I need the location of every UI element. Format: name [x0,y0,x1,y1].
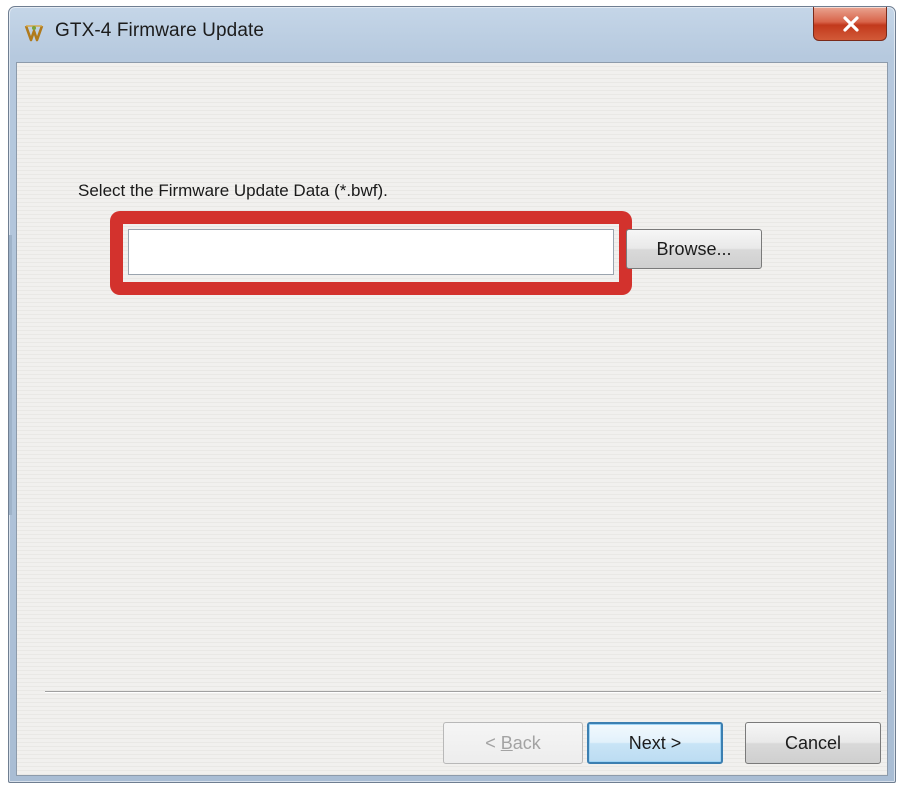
app-logo-icon [23,22,45,44]
firmware-update-window: GTX-4 Firmware Update Select the Firmwar… [8,6,896,783]
footer-divider [45,691,881,693]
cancel-button[interactable]: Cancel [745,722,881,764]
back-button-prefix: < [485,733,501,753]
dialog-body: Select the Firmware Update Data (*.bwf).… [16,62,888,776]
browse-button[interactable]: Browse... [626,229,762,269]
window-edge [9,235,12,515]
file-path-input[interactable] [128,229,614,275]
back-button-rest: ack [512,733,541,753]
back-button-mnemonic: B [500,733,513,753]
back-button[interactable]: < Back [443,722,583,764]
close-icon [843,16,859,32]
window-title: GTX-4 Firmware Update [55,20,265,41]
select-data-label: Select the Firmware Update Data (*.bwf). [78,181,388,200]
title-bar[interactable]: GTX-4 Firmware Update [9,7,895,61]
close-button[interactable] [813,7,887,41]
next-button[interactable]: Next > [587,722,723,764]
